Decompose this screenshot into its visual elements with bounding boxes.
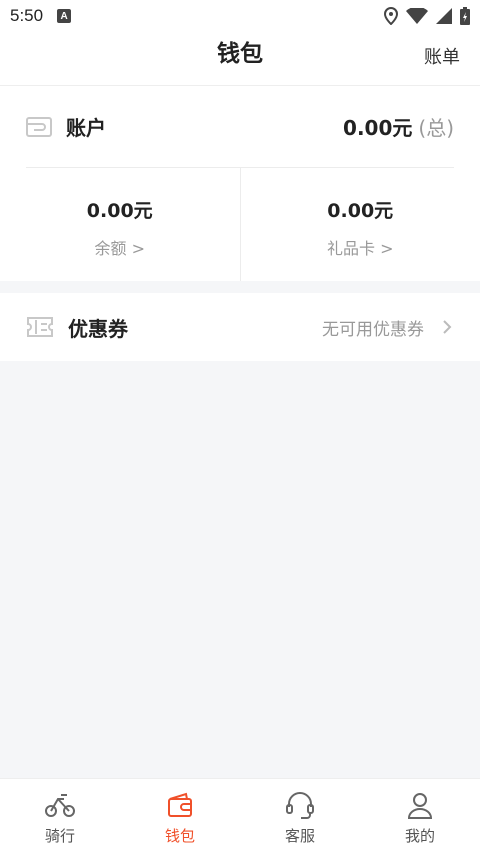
balance-amount: 0.00元 — [86, 200, 153, 222]
account-row[interactable]: 账户 0.00元 (总) — [26, 86, 454, 168]
account-total: 0.00元 (总) — [343, 112, 454, 141]
tab-wallet[interactable]: 钱包 — [120, 779, 240, 854]
status-time: 5:50 — [10, 6, 44, 25]
wifi-icon — [406, 8, 428, 24]
account-card: 账户 0.00元 (总) 0.00元 余额 > 0.00元 礼品卡 > — [0, 86, 480, 281]
battery-icon — [460, 7, 470, 25]
page-title: 钱包 — [217, 41, 263, 67]
notification-a-icon: A — [57, 9, 72, 23]
tab-service-label: 客服 — [284, 827, 315, 845]
coupon-row[interactable]: 优惠券 无可用优惠券 — [0, 293, 480, 361]
location-icon — [384, 7, 398, 25]
header: 钱包 账单 — [0, 32, 480, 86]
bottom-tab-bar: 骑行 钱包 客服 我的 — [0, 778, 480, 854]
wallet-icon — [168, 792, 192, 817]
signal-icon — [436, 8, 452, 24]
tab-service[interactable]: 客服 — [240, 779, 360, 854]
tab-wallet-label: 钱包 — [164, 827, 195, 845]
status-bar: 5:50 A — [0, 0, 480, 32]
account-subcolumns: 0.00元 余额 > 0.00元 礼品卡 > — [0, 168, 480, 281]
user-icon — [407, 793, 433, 819]
headset-icon — [286, 792, 314, 819]
chevron-right-icon — [443, 320, 452, 334]
account-label: 账户 — [66, 116, 106, 140]
scooter-icon — [45, 794, 75, 817]
tab-ride[interactable]: 骑行 — [0, 779, 120, 854]
balance-label: 余额 > — [94, 239, 146, 258]
account-card-icon — [26, 116, 52, 137]
gift-card-label: 礼品卡 > — [327, 239, 394, 258]
coupon-status: 无可用优惠券 — [322, 319, 424, 340]
tab-mine[interactable]: 我的 — [360, 779, 480, 854]
account-total-amount: 0.00元 — [343, 116, 413, 140]
tab-mine-label: 我的 — [404, 827, 435, 845]
coupon-label: 优惠券 — [68, 316, 128, 341]
bill-link[interactable]: 账单 — [424, 43, 460, 69]
tab-ride-label: 骑行 — [44, 827, 75, 845]
account-total-suffix: (总) — [418, 116, 454, 140]
status-icons — [384, 7, 470, 25]
gift-card-column[interactable]: 0.00元 礼品卡 > — [239, 168, 480, 281]
gift-card-amount: 0.00元 — [327, 200, 394, 222]
balance-column[interactable]: 0.00元 余额 > — [0, 168, 240, 281]
coupon-icon — [27, 317, 53, 337]
